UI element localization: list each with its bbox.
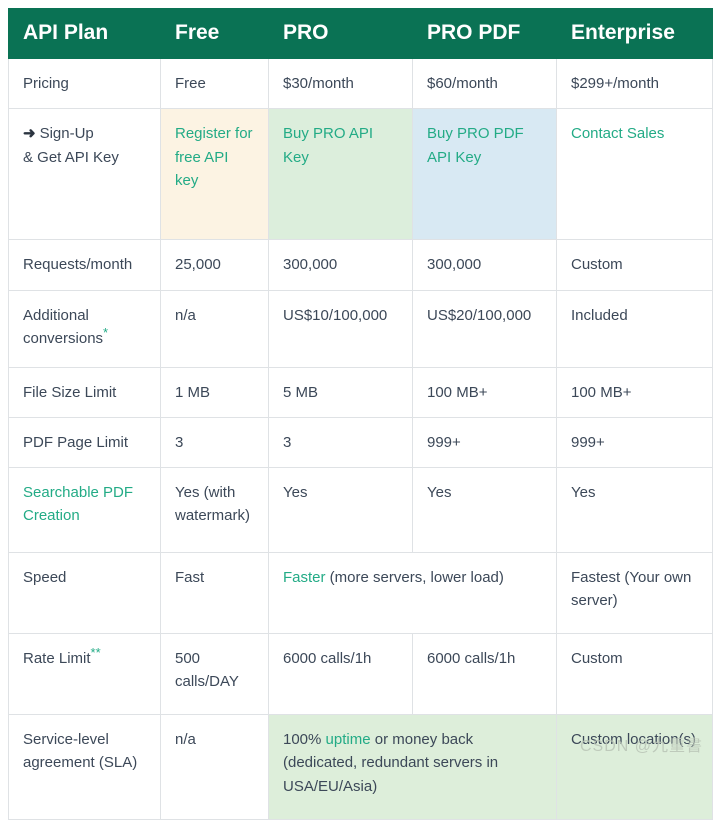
row-label-speed: Speed [8, 552, 161, 634]
table-row-pricing: Pricing Free $30/month $60/month $299+/m… [8, 57, 713, 110]
buy-pro-pdf-api-key-link[interactable]: Buy PRO PDF API Key [427, 125, 524, 165]
column-header-free: Free [160, 8, 269, 59]
cell-file-size-pro-pdf: 100 MB+ [412, 366, 557, 418]
cell-speed-enterprise: Fastest (Your own server) [556, 552, 713, 634]
column-header-api-plan: API Plan [8, 8, 161, 59]
cell-signup-pro-pdf[interactable]: Buy PRO PDF API Key [412, 108, 557, 241]
row-label-page-limit: PDF Page Limit [8, 416, 161, 469]
register-free-api-key-link[interactable]: Register for free API key [175, 125, 253, 189]
speed-faster-highlight: Faster [283, 569, 326, 586]
cell-sla-pro-merged: 100% uptime or money back (dedicated, re… [268, 714, 557, 820]
cell-pricing-pro-pdf: $60/month [412, 57, 557, 110]
row-label-file-size: File Size Limit [8, 366, 161, 418]
searchable-pdf-creation-link[interactable]: Searchable PDF Creation [23, 484, 133, 524]
cell-requests-enterprise: Custom [556, 239, 713, 291]
cell-signup-enterprise[interactable]: Contact Sales [556, 108, 713, 241]
row-label-sla: Service-level agreement (SLA) [8, 714, 161, 820]
cell-rate-limit-enterprise: Custom [556, 633, 713, 715]
table-row-requests: Requests/month 25,000 300,000 300,000 Cu… [8, 239, 713, 291]
row-label-pricing: Pricing [8, 57, 161, 110]
table-row-signup: ➜ Sign-Up & Get API Key Register for free… [8, 108, 713, 241]
cell-file-size-pro: 5 MB [268, 366, 413, 418]
api-plan-comparison-table: API Plan Free PRO PRO PDF Enterprise Pri… [8, 8, 713, 820]
cell-conversions-free: n/a [160, 289, 269, 368]
cell-sla-enterprise: Custom location(s) [556, 714, 713, 820]
row-label-signup: ➜ Sign-Up & Get API Key [8, 108, 161, 241]
cell-page-limit-enterprise: 999+ [556, 416, 713, 469]
cell-rate-limit-pro-pdf: 6000 calls/1h [412, 633, 557, 715]
table-row-rate-limit: Rate Limit** 500 calls/DAY 6000 calls/1h… [8, 633, 713, 715]
row-label-searchable-pdf[interactable]: Searchable PDF Creation [8, 467, 161, 553]
contact-sales-link[interactable]: Contact Sales [571, 125, 664, 142]
cell-page-limit-pro-pdf: 999+ [412, 416, 557, 469]
row-label-rate-limit-text: Rate Limit [23, 650, 91, 667]
row-label-rate-limit: Rate Limit** [8, 633, 161, 715]
row-label-signup-line2: & Get API Key [23, 148, 119, 166]
cell-searchable-pro: Yes [268, 467, 413, 553]
speed-faster-detail: (more servers, lower load) [325, 569, 504, 586]
cell-page-limit-pro: 3 [268, 416, 413, 469]
cell-signup-pro[interactable]: Buy PRO API Key [268, 108, 413, 241]
cell-conversions-pro-pdf: US$20/100,000 [412, 289, 557, 368]
cell-conversions-enterprise: Included [556, 289, 713, 368]
row-label-signup-line1: Sign-Up [39, 125, 94, 143]
cell-conversions-pro: US$10/100,000 [268, 289, 413, 368]
table-row-speed: Speed Fast Faster (more servers, lower l… [8, 552, 713, 634]
column-header-pro-pdf: PRO PDF [412, 8, 557, 59]
cell-rate-limit-pro: 6000 calls/1h [268, 633, 413, 715]
cell-requests-pro-pdf: 300,000 [412, 239, 557, 291]
cell-page-limit-free: 3 [160, 416, 269, 469]
arrow-right-icon: ➜ [23, 125, 36, 143]
table-header-row: API Plan Free PRO PRO PDF Enterprise [8, 8, 713, 59]
table-row-searchable-pdf: Searchable PDF Creation Yes (with waterm… [8, 467, 713, 553]
column-header-pro: PRO [268, 8, 413, 59]
cell-searchable-free: Yes (with watermark) [160, 467, 269, 553]
row-label-requests: Requests/month [8, 239, 161, 291]
table-row-sla: Service-level agreement (SLA) n/a 100% u… [8, 714, 713, 820]
cell-pricing-free: Free [160, 57, 269, 110]
cell-requests-free: 25,000 [160, 239, 269, 291]
cell-sla-free: n/a [160, 714, 269, 820]
footnote-marker-double: ** [90, 645, 101, 660]
buy-pro-api-key-link[interactable]: Buy PRO API Key [283, 125, 373, 165]
table-row-file-size: File Size Limit 1 MB 5 MB 100 MB+ 100 MB… [8, 366, 713, 418]
row-label-conversions-text: Additional conversions [23, 306, 104, 347]
row-label-conversions: Additional conversions* [8, 289, 161, 368]
cell-searchable-pro-pdf: Yes [412, 467, 557, 553]
cell-searchable-enterprise: Yes [556, 467, 713, 553]
cell-speed-pro-merged: Faster (more servers, lower load) [268, 552, 557, 634]
cell-signup-free[interactable]: Register for free API key [160, 108, 269, 241]
table-row-page-limit: PDF Page Limit 3 3 999+ 999+ [8, 416, 713, 469]
cell-pricing-pro: $30/month [268, 57, 413, 110]
footnote-marker-single: * [103, 324, 109, 340]
table-row-conversions: Additional conversions* n/a US$10/100,00… [8, 289, 713, 368]
cell-file-size-enterprise: 100 MB+ [556, 366, 713, 418]
cell-pricing-enterprise: $299+/month [556, 57, 713, 110]
cell-speed-free: Fast [160, 552, 269, 634]
cell-rate-limit-free: 500 calls/DAY [160, 633, 269, 715]
sla-uptime-highlight: uptime [325, 731, 371, 748]
cell-file-size-free: 1 MB [160, 366, 269, 418]
cell-requests-pro: 300,000 [268, 239, 413, 291]
column-header-enterprise: Enterprise [556, 8, 713, 59]
sla-uptime-prefix: 100% [283, 731, 326, 748]
